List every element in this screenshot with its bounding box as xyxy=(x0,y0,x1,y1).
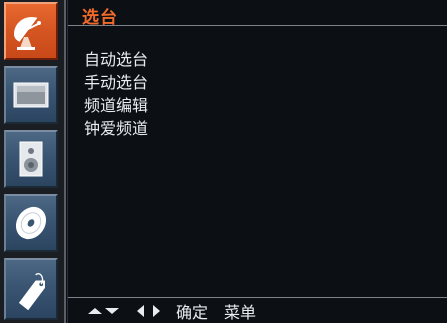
sidebar-item-channel[interactable] xyxy=(4,2,58,60)
menu-item-manual-tune[interactable]: 手动选台 xyxy=(84,71,148,94)
sidebar xyxy=(0,0,64,323)
left-right-arrows-icon xyxy=(134,304,164,318)
satellite-dish-icon xyxy=(14,16,41,50)
sidebar-item-sound[interactable] xyxy=(4,130,58,188)
menu-item-channel-edit[interactable]: 频道编辑 xyxy=(84,94,148,117)
disc-icon xyxy=(15,206,47,240)
sidebar-item-function[interactable] xyxy=(4,194,58,252)
footer-divider xyxy=(68,297,447,298)
tag-icon xyxy=(18,273,45,311)
speaker-icon xyxy=(19,141,43,177)
footer-hints: 确定 菜单 xyxy=(86,299,272,323)
confirm-hint: 确定 xyxy=(176,303,209,322)
sidebar-divider xyxy=(64,0,66,323)
menu-hint: 菜单 xyxy=(224,303,257,322)
up-down-arrows-icon xyxy=(86,305,122,317)
menu-item-auto-tune[interactable]: 自动选台 xyxy=(84,48,148,71)
picture-icon xyxy=(13,82,49,108)
header-divider xyxy=(68,25,447,26)
sidebar-item-setup[interactable] xyxy=(4,258,58,320)
tv-osd-screen: 选台 自动选台 手动选台 频道编辑 钟爱频道 确定 菜单 xyxy=(0,0,447,323)
sidebar-divider-shadow xyxy=(67,0,68,323)
channel-menu-list: 自动选台 手动选台 频道编辑 钟爱频道 xyxy=(84,48,148,140)
menu-item-favorite-channels[interactable]: 钟爱频道 xyxy=(84,117,148,140)
sidebar-item-picture[interactable] xyxy=(4,66,58,124)
